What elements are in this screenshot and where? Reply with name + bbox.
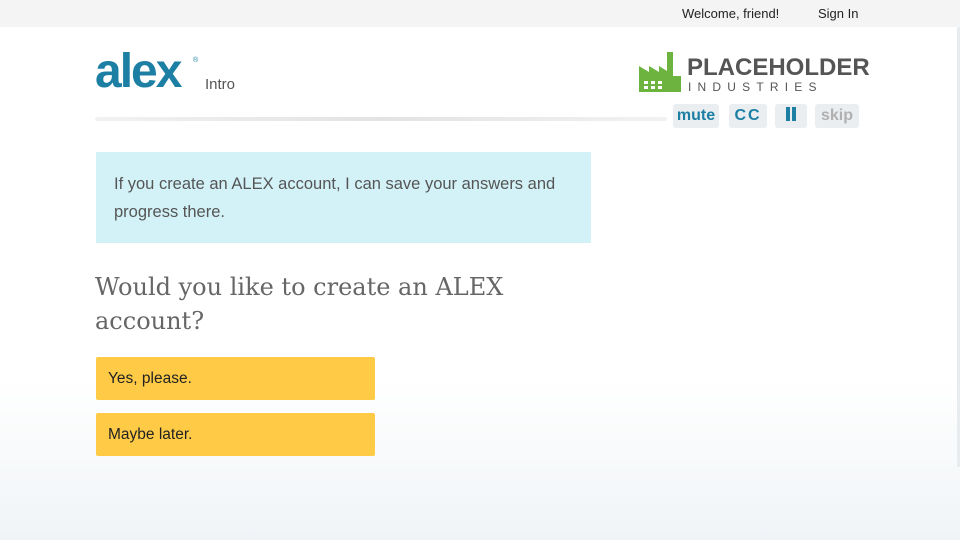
registered-mark: ® bbox=[193, 57, 199, 64]
question-heading: Would you like to create an ALEX account… bbox=[95, 273, 504, 335]
placeholder-industries-logo: PLACEHOLDER INDUSTRIES bbox=[637, 50, 870, 100]
closed-captions-button[interactable]: CC bbox=[729, 104, 767, 128]
brand-name: PLACEHOLDER bbox=[687, 54, 870, 81]
yes-please-button[interactable]: Yes, please. bbox=[96, 357, 375, 400]
brand-subtitle: INDUSTRIES bbox=[688, 80, 823, 94]
mute-button[interactable]: mute bbox=[673, 104, 719, 128]
factory-icon bbox=[639, 52, 681, 92]
top-bar: Welcome, friend! Sign In bbox=[0, 0, 960, 27]
maybe-later-button[interactable]: Maybe later. bbox=[96, 413, 375, 456]
message-box: If you create an ALEX account, I can sav… bbox=[96, 152, 591, 243]
pause-button[interactable] bbox=[775, 104, 807, 128]
header-divider bbox=[95, 117, 667, 121]
message-text: If you create an ALEX account, I can sav… bbox=[114, 175, 556, 221]
pause-icon bbox=[785, 107, 797, 122]
alex-logo: alex bbox=[95, 45, 182, 98]
sign-in-link[interactable]: Sign In bbox=[818, 6, 858, 21]
page: Welcome, friend! Sign In alex ® Intro PL… bbox=[0, 0, 960, 540]
skip-button[interactable]: skip bbox=[815, 104, 859, 128]
welcome-text: Welcome, friend! bbox=[682, 6, 780, 21]
section-name: Intro bbox=[205, 76, 236, 93]
